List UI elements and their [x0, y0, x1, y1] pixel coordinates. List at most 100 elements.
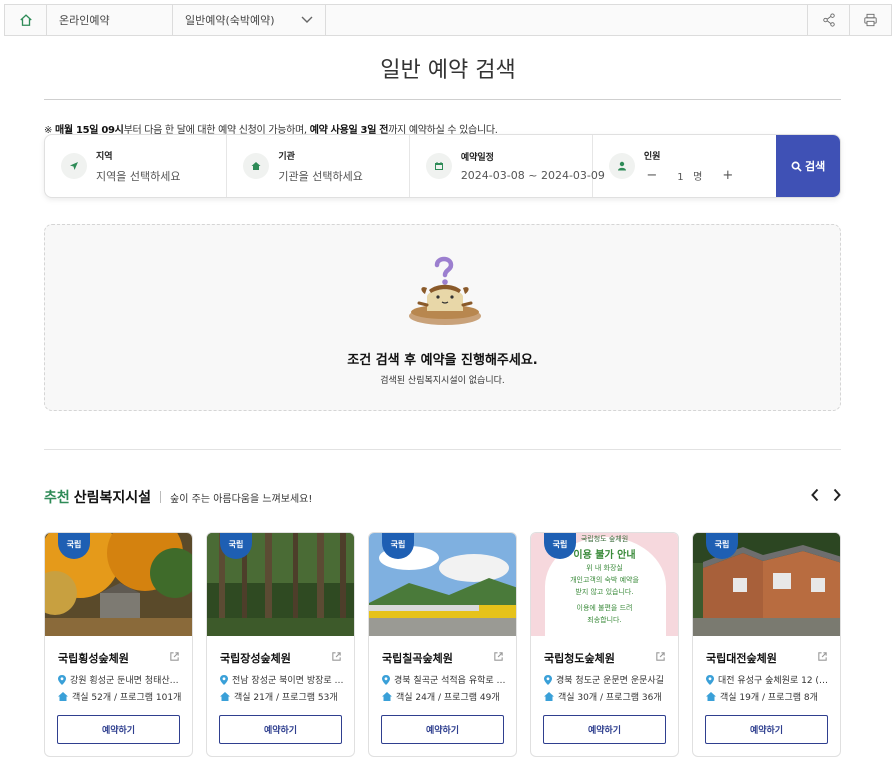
location-pin-icon [544, 674, 552, 685]
facility-label: 기관 [278, 151, 295, 162]
facility-address-text: 대전 유성구 숲체원로 12 (성북동) [718, 676, 832, 686]
facility-stats-text: 객실 19개 / 프로그램 8개 [720, 693, 818, 703]
empty-result-box: 조건 검색 후 예약을 진행해주세요. 검색된 산림복지시설이 없습니다. [44, 224, 841, 411]
empty-subtitle: 검색된 산림복지시설이 없습니다. [380, 376, 505, 386]
facility-stats-text: 객실 21개 / 프로그램 53개 [234, 693, 338, 703]
notice-image-line4: 이용에 불편을 드려 [576, 604, 633, 612]
facility-card[interactable]: 국립청도 숲체원 이용 불가 안내 위 내 화장실 개인고객의 숙박 예약을 받… [530, 532, 679, 757]
facility-stats: 객실 24개 / 프로그램 49개 [382, 690, 500, 703]
region-placeholder: 지역을 선택하세요 [96, 169, 181, 183]
facility-stats: 객실 52개 / 프로그램 101개 [58, 690, 181, 703]
facility-card[interactable]: 국립 국립칠곡숲체원 경북 칠곡군 석적읍 유학로 532 객실 24개 / 프… [368, 532, 517, 757]
facility-address: 경북 청도군 운문면 운문사길 [544, 673, 670, 686]
facility-card[interactable]: 국립 국립장성숲체원 전남 장성군 북이면 방장로 353 객실 21개 / 프… [206, 532, 355, 757]
region-select[interactable]: 지역 지역을 선택하세요 [45, 135, 228, 197]
house-icon [243, 153, 270, 179]
breadcrumb-level2-label: 일반예약(숙박예약) [185, 14, 275, 27]
people-count-value: 1 [677, 172, 684, 183]
external-link-icon[interactable] [331, 651, 342, 662]
print-button[interactable] [849, 5, 891, 35]
facility-address-text: 강원 횡성군 둔내면 청태산로 777 [70, 676, 184, 686]
breadcrumb-level1[interactable]: 온라인예약 [47, 5, 173, 35]
person-icon [608, 153, 635, 179]
facility-stats: 객실 30개 / 프로그램 36개 [544, 690, 662, 703]
home-icon [19, 14, 32, 26]
notice-image-line1: 위 내 화장실 [586, 564, 623, 572]
facility-stats-text: 객실 52개 / 프로그램 101개 [72, 693, 182, 703]
breadcrumb-level2-select[interactable]: 일반예약(숙박예약) [173, 5, 326, 35]
empty-title: 조건 검색 후 예약을 진행해주세요. [347, 353, 538, 368]
carousel-nav [810, 488, 842, 502]
recommend-title: 산림복지시설 [73, 490, 152, 506]
external-link-icon[interactable] [493, 651, 504, 662]
recommend-subtitle: 숲이 주는 아름다움을 느껴보세요! [170, 493, 313, 505]
house-icon [544, 692, 554, 701]
location-pin-icon [58, 674, 66, 685]
print-icon [864, 13, 877, 27]
facility-stats: 객실 21개 / 프로그램 53개 [220, 690, 338, 703]
people-increment-button[interactable]: + [720, 168, 736, 183]
people-stepper: 인원 − 1 명 + [593, 135, 776, 197]
region-label: 지역 [96, 151, 113, 162]
facility-select[interactable]: 기관 기관을 선택하세요 [227, 135, 410, 197]
search-panel: 지역 지역을 선택하세요 기관 기관을 선택하세요 예약일정 2024-03-0… [44, 134, 841, 198]
facility-address: 대전 유성구 숲체원로 12 (성북동) [706, 673, 832, 686]
search-button-label: 검색 [804, 160, 826, 173]
facility-address-text: 전남 장성군 북이면 방장로 353 [232, 676, 346, 686]
facility-address: 강원 횡성군 둔내면 청태산로 777 [58, 673, 184, 686]
facility-placeholder: 기관을 선택하세요 [278, 169, 363, 183]
divider [44, 449, 841, 450]
external-link-icon[interactable] [655, 651, 666, 662]
carousel-prev-button[interactable] [810, 488, 820, 502]
external-link-icon[interactable] [817, 651, 828, 662]
facility-address: 경북 칠곡군 석적읍 유학로 532 [382, 673, 508, 686]
house-icon [706, 692, 716, 701]
home-button[interactable] [5, 5, 47, 35]
search-icon [791, 161, 802, 172]
share-button[interactable] [807, 5, 849, 35]
facility-stats-text: 객실 24개 / 프로그램 49개 [396, 693, 500, 703]
divider [44, 99, 841, 100]
separator [160, 491, 162, 503]
location-pin-icon [706, 674, 714, 685]
reserve-button[interactable]: 예약하기 [57, 715, 180, 744]
facility-name: 국립칠곡숲체원 [382, 652, 453, 665]
carousel-next-button[interactable] [832, 488, 842, 502]
facility-name: 국립청도숲체원 [544, 652, 615, 665]
reserve-button[interactable]: 예약하기 [219, 715, 342, 744]
date-label: 예약일정 [460, 153, 494, 163]
facility-address: 전남 장성군 북이면 방장로 353 [220, 673, 346, 686]
facility-stats: 객실 19개 / 프로그램 8개 [706, 690, 818, 703]
mascot-question-illustration [409, 256, 481, 325]
facility-card[interactable]: 국립 국립대전숲체원 대전 유성구 숲체원로 12 (성북동) 객실 19개 /… [692, 532, 841, 757]
page-title: 일반 예약 검색 [380, 58, 516, 83]
house-icon [220, 692, 230, 701]
location-pin-icon [220, 674, 228, 685]
search-button[interactable]: 검색 [776, 135, 840, 197]
reserve-button[interactable]: 예약하기 [705, 715, 828, 744]
notice-image-line5: 죄송합니다. [587, 616, 622, 624]
external-link-icon[interactable] [169, 651, 180, 662]
calendar-icon [425, 153, 452, 179]
reserve-button[interactable]: 예약하기 [381, 715, 504, 744]
share-icon [822, 13, 835, 27]
recommend-accent: 추천 [44, 490, 70, 506]
house-icon [58, 692, 68, 701]
date-value: 2024-03-08 ~ 2024-03-09 [460, 169, 605, 182]
facility-name: 국립장성숲체원 [220, 652, 291, 665]
notice-image-line2: 개인고객의 숙박 예약을 [570, 576, 639, 584]
recommend-header: 추천 산림복지시설 숲이 주는 아름다움을 느껴보세요! [44, 487, 312, 507]
notice-image-line3: 받지 않고 있습니다. [575, 588, 634, 596]
location-pin-icon [382, 674, 390, 685]
facility-card[interactable]: 국립 국립횡성숲체원 강원 횡성군 둔내면 청태산로 777 객실 52개 / … [44, 532, 193, 757]
date-range-picker[interactable]: 예약일정 2024-03-08 ~ 2024-03-09 [410, 135, 605, 197]
reserve-button[interactable]: 예약하기 [543, 715, 666, 744]
facility-name: 국립대전숲체원 [706, 652, 777, 665]
people-decrement-button[interactable]: − [644, 168, 660, 183]
people-count: 1 명 [660, 168, 720, 183]
house-icon [382, 692, 392, 701]
facility-stats-text: 객실 30개 / 프로그램 36개 [558, 693, 662, 703]
chevron-down-icon [301, 16, 313, 23]
people-label: 인원 [643, 152, 661, 162]
facility-name: 국립횡성숲체원 [58, 652, 129, 665]
